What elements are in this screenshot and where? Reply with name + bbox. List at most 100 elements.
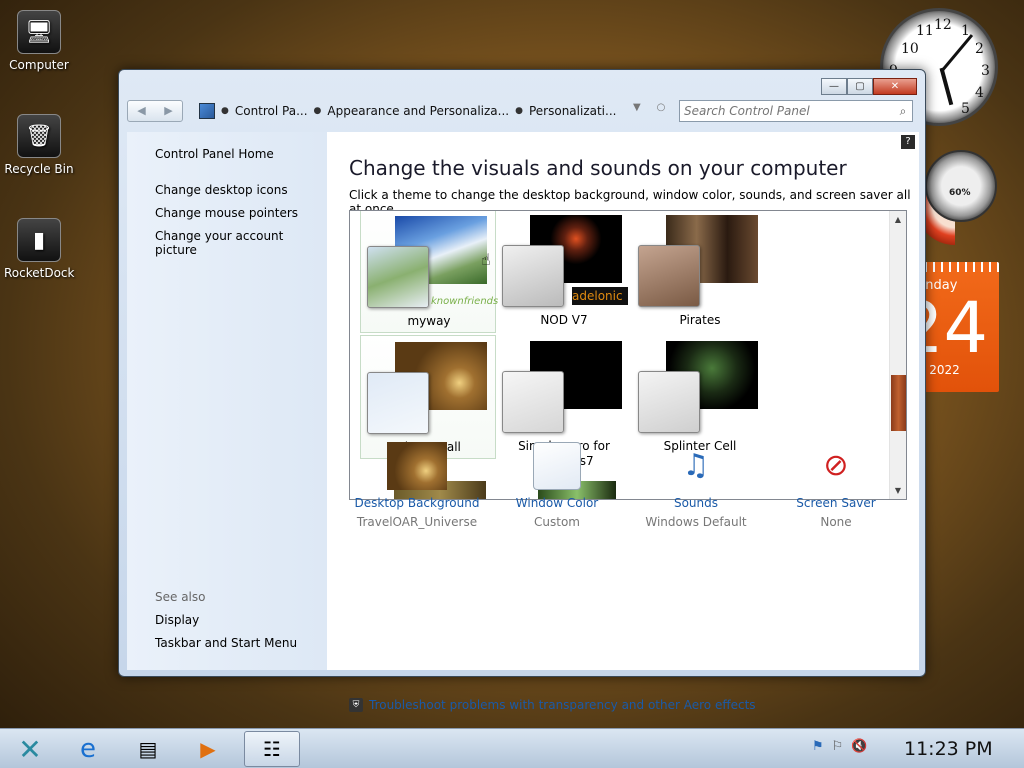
desktop-icon-rocketdock[interactable]: ▮ RocketDock bbox=[4, 218, 74, 280]
computer-icon: 🖥 bbox=[17, 10, 61, 54]
back-button[interactable]: ◀ bbox=[128, 101, 155, 121]
theme-color-swatch bbox=[502, 245, 564, 307]
screen-saver-value: None bbox=[820, 515, 852, 529]
clock-number: 11 bbox=[916, 23, 934, 39]
theme-color-swatch bbox=[367, 372, 429, 434]
clock-time[interactable]: 11:23 PM bbox=[904, 738, 993, 760]
sidebar-display[interactable]: Display bbox=[155, 613, 199, 627]
rocketdock-icon: ▮ bbox=[17, 218, 61, 262]
theme-pirates[interactable]: Pirates bbox=[632, 211, 768, 333]
desktop-background-link[interactable]: Desktop Background bbox=[352, 496, 482, 510]
title-bar[interactable]: — ▢ ✕ bbox=[119, 70, 925, 98]
search-icon[interactable]: ⌕ bbox=[894, 104, 912, 119]
desktop-icon-recycle-bin[interactable]: 🗑 Recycle Bin bbox=[4, 114, 74, 176]
start-button[interactable]: ✕ bbox=[2, 731, 58, 767]
screen-saver-icon: ⊘ bbox=[823, 448, 849, 483]
desktop-background-setting[interactable]: Desktop Background TravelOAR_Universe bbox=[352, 442, 482, 529]
clock-number: 10 bbox=[901, 41, 919, 57]
search-input[interactable] bbox=[680, 104, 894, 118]
clock-number: 12 bbox=[934, 17, 952, 33]
sounds-setting[interactable]: ♫ Sounds Windows Default bbox=[631, 442, 761, 529]
page-title: Change the visuals and sounds on your co… bbox=[349, 156, 847, 180]
desktop-icon-label: Computer bbox=[9, 58, 69, 72]
taskbar-explorer-icon[interactable]: ▤ bbox=[120, 731, 176, 767]
troubleshoot-label: Troubleshoot problems with transparency … bbox=[369, 698, 756, 712]
sidebar-taskbar-start-menu[interactable]: Taskbar and Start Menu bbox=[155, 636, 297, 650]
meter-percent: 60% bbox=[949, 188, 971, 198]
taskbar-control-panel-icon[interactable]: ☷ bbox=[244, 731, 300, 767]
minimize-button[interactable]: — bbox=[821, 78, 847, 95]
sidebar-change-mouse-pointers[interactable]: Change mouse pointers bbox=[155, 206, 298, 220]
volume-muted-icon[interactable]: 🔇 bbox=[851, 739, 867, 754]
theme-color-swatch bbox=[638, 371, 700, 433]
clock-number: 5 bbox=[961, 101, 970, 117]
breadcrumb-personalization[interactable]: Personalizati... bbox=[529, 104, 616, 118]
theme-label: NOD V7 bbox=[540, 313, 588, 327]
recycle-bin-icon: 🗑 bbox=[17, 114, 61, 158]
calendar-date: 24 bbox=[925, 287, 989, 369]
breadcrumb-separator: ● bbox=[221, 106, 229, 116]
cursor-hand-icon: ☝ bbox=[481, 250, 491, 269]
breadcrumb-separator: ● bbox=[313, 106, 322, 116]
theme-color-swatch bbox=[638, 245, 700, 307]
nav-buttons: ◀ ▶ bbox=[127, 100, 183, 122]
taskbar: ✕ e ▤ ▶ ☷ ⚑ ⚐ 🔇 11:23 PM bbox=[0, 728, 1024, 768]
clock-minute-hand bbox=[939, 34, 974, 73]
theme-simple-aero[interactable]: Simple aero for windows7 bbox=[496, 335, 632, 468]
network-icon[interactable]: ⚑ bbox=[812, 739, 824, 754]
desktop-icon-label: Recycle Bin bbox=[4, 162, 74, 176]
meter-gadget[interactable]: 60% bbox=[925, 150, 997, 222]
theme-nod-v7[interactable]: adelonic NOD V7 bbox=[496, 211, 632, 333]
desktop-icon-label: RocketDock bbox=[4, 266, 75, 280]
clock-number: 2 bbox=[975, 41, 984, 57]
sidebar-control-panel-home[interactable]: Control Panel Home bbox=[155, 147, 274, 161]
clock-number: 4 bbox=[975, 85, 984, 101]
scroll-up-icon[interactable]: ▲ bbox=[890, 211, 906, 228]
maximize-button[interactable]: ▢ bbox=[847, 78, 873, 95]
action-center-icon[interactable]: ⚐ bbox=[832, 739, 844, 754]
taskbar-ie-icon[interactable]: e bbox=[60, 731, 116, 767]
window-color-link[interactable]: Window Color bbox=[492, 496, 622, 510]
clock-hour-hand bbox=[939, 67, 954, 106]
search-box[interactable]: ⌕ bbox=[679, 100, 913, 122]
sidebar-change-account-picture[interactable]: Change your account picture bbox=[155, 229, 327, 257]
sidebar-change-desktop-icons[interactable]: Change desktop icons bbox=[155, 183, 288, 197]
breadcrumb-appearance[interactable]: Appearance and Personaliza... bbox=[327, 104, 509, 118]
content-area: Control Panel Home Change desktop icons … bbox=[127, 132, 919, 712]
sounds-icon: ♫ bbox=[682, 448, 710, 483]
theme-color-swatch bbox=[502, 371, 564, 433]
close-button[interactable]: ✕ bbox=[873, 78, 917, 95]
window-color-value: Custom bbox=[534, 515, 580, 529]
address-bar[interactable]: ● Control Pa... ● Appearance and Persona… bbox=[193, 100, 667, 122]
desktop-icon-computer[interactable]: 🖥 Computer bbox=[4, 10, 74, 72]
theme-overlay-text: adelonic bbox=[572, 287, 628, 305]
breadcrumb-separator: ● bbox=[515, 106, 523, 116]
theme-myway[interactable]: knownfriends myway ☝ bbox=[360, 211, 499, 333]
system-tray: ⚑ ⚐ 🔇 bbox=[812, 739, 868, 754]
shield-icon: ⛨ bbox=[349, 698, 363, 712]
sidebar: Control Panel Home Change desktop icons … bbox=[127, 132, 327, 670]
address-dropdown-icon[interactable]: ▼ ○ bbox=[633, 102, 665, 113]
sounds-value: Windows Default bbox=[645, 515, 747, 529]
screen-saver-setting[interactable]: ⊘ Screen Saver None bbox=[771, 442, 901, 529]
screen-saver-link[interactable]: Screen Saver bbox=[771, 496, 901, 510]
theme-sico-small[interactable]: SiCo Small bbox=[360, 335, 496, 459]
theme-splinter-cell[interactable]: Splinter Cell bbox=[632, 335, 768, 459]
help-icon[interactable]: ? bbox=[901, 135, 915, 149]
personalization-window: — ▢ ✕ ◀ ▶ ● Control Pa... ● Appearance a… bbox=[118, 69, 926, 712]
see-also-heading: See also bbox=[155, 590, 206, 604]
desktop-background-value: TravelOAR_Universe bbox=[356, 515, 478, 529]
breadcrumb-control-panel[interactable]: Control Pa... bbox=[235, 104, 308, 118]
theme-overlay-text: knownfriends bbox=[431, 296, 499, 307]
theme-label: myway bbox=[407, 314, 451, 328]
window-color-icon bbox=[533, 442, 581, 490]
troubleshoot-link[interactable]: ⛨ Troubleshoot problems with transparenc… bbox=[349, 698, 756, 712]
theme-color-swatch bbox=[367, 246, 429, 308]
forward-button[interactable]: ▶ bbox=[155, 101, 182, 121]
sounds-link[interactable]: Sounds bbox=[631, 496, 761, 510]
window-color-setting[interactable]: Window Color Custom bbox=[492, 442, 622, 529]
scroll-thumb[interactable] bbox=[891, 375, 906, 431]
taskbar-media-player-icon[interactable]: ▶ bbox=[180, 731, 236, 767]
calendar-gadget[interactable]: unday 24 ly 2022 bbox=[925, 262, 999, 392]
control-panel-icon bbox=[199, 103, 215, 119]
